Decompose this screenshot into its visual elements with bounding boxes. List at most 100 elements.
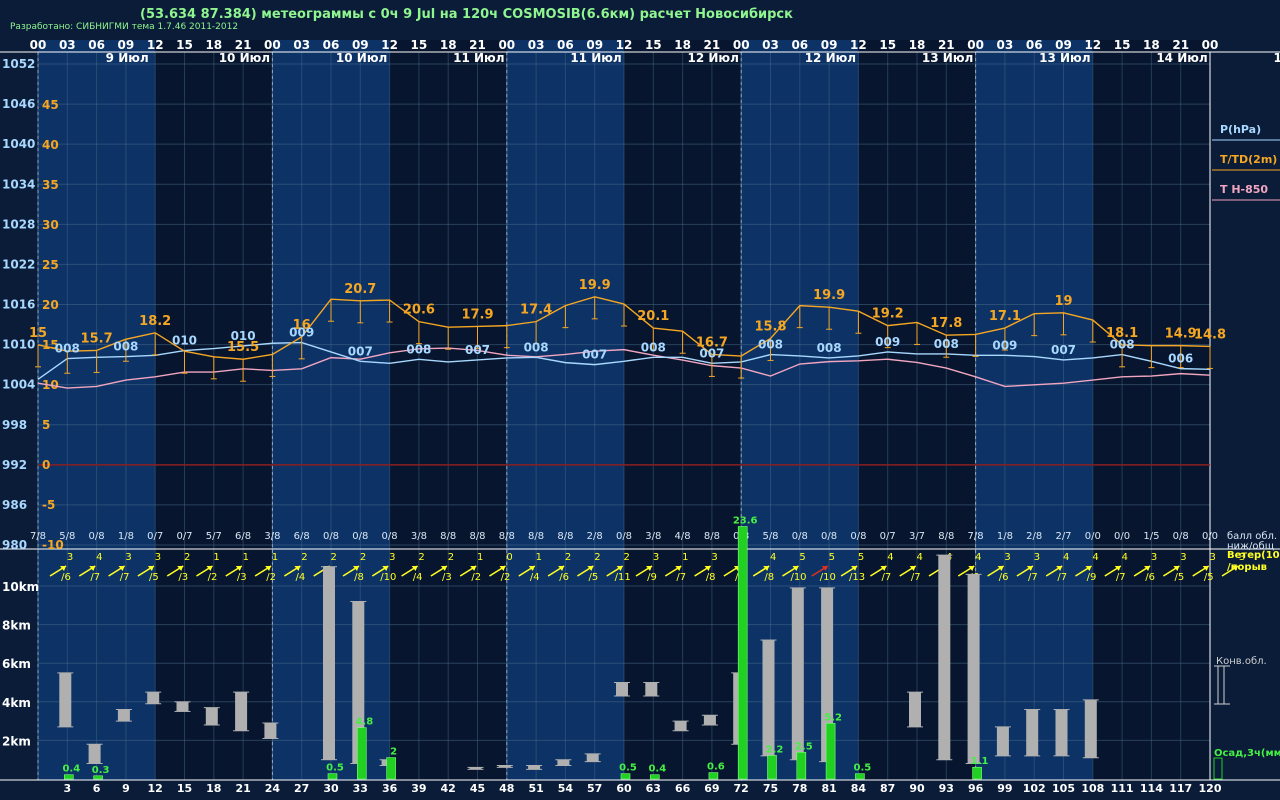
pressure-value-label: 008 (113, 340, 138, 354)
temp-tick-label: 30 (42, 218, 59, 232)
pressure-value-label: 008 (758, 338, 783, 352)
temp-tick-label: 20 (42, 298, 59, 312)
wind-speed-value: 3 (653, 552, 659, 563)
precip-bar (64, 774, 74, 780)
temp-value-label: 19 (1054, 294, 1072, 309)
forecast-hour-label: 27 (294, 782, 309, 795)
wind-gust-value: /2 (501, 572, 511, 583)
cloud-cover-value: 7/8 (30, 531, 46, 542)
pressure-value-label: 007 (465, 343, 490, 357)
forecast-hour-label: 24 (265, 782, 281, 795)
precip-value-label: 4.8 (355, 717, 373, 728)
cloud-cover-value: 0/7 (147, 531, 163, 542)
wind-speed-value: 1 (272, 552, 278, 563)
cloud-cover-value: 3/7 (909, 531, 925, 542)
forecast-hour-label: 39 (411, 782, 426, 795)
wind-speed-value: 2 (360, 552, 366, 563)
pressure-value-label: 009 (875, 335, 900, 349)
cloud-cover-value: 0/8 (89, 531, 105, 542)
precip-bar (767, 755, 777, 780)
forecast-hour-label: 33 (353, 782, 368, 795)
cloud-cover-value: 3/8 (264, 531, 280, 542)
wind-speed-value: 3 (1210, 552, 1216, 563)
temp-value-label: 20.7 (344, 282, 376, 297)
precip-bar (708, 772, 719, 780)
forecast-hour-label: 93 (939, 782, 954, 795)
wind-sublabel: /порыв (1227, 562, 1267, 573)
forecast-hour-label: 72 (734, 782, 749, 795)
forecast-hour-label: 6 (93, 782, 101, 795)
pressure-tick-label: 980 (2, 538, 27, 552)
convective-cloud-bar (674, 721, 687, 731)
temp-tick-label: 5 (42, 418, 50, 432)
precip-value-label: 2.2 (766, 744, 784, 755)
forecast-hour-label: 96 (968, 782, 984, 795)
precip-value-label: 0.4 (62, 764, 80, 775)
precip-bar (825, 723, 836, 780)
wind-speed-value: 2 (448, 552, 454, 563)
temp-tick-label: 35 (42, 178, 59, 192)
precip-value-label: 0.5 (619, 763, 637, 774)
forecast-hour-label: 21 (235, 782, 250, 795)
wind-gust-value: /6 (1145, 572, 1155, 583)
wind-speed-value: 4 (1122, 552, 1128, 563)
cloud-cover-value: 8/8 (704, 531, 720, 542)
convective-cloud-bar (938, 555, 951, 760)
forecast-hour-label: 30 (323, 782, 339, 795)
wind-gust-value: /2 (266, 572, 276, 583)
forecast-hour-label: 78 (792, 782, 807, 795)
wind-speed-value: 3 (1180, 552, 1186, 563)
precip-bar (649, 774, 660, 780)
cloud-cover-value: 0/8 (850, 531, 866, 542)
convective-cloud-bar (1055, 709, 1068, 756)
forecast-hour-label: 42 (441, 782, 456, 795)
wind-gust-value: /7 (1057, 572, 1067, 583)
cloud-cover-value: 0/0 (1085, 531, 1101, 542)
wind-gust-value: /4 (296, 572, 306, 583)
hour-tick-label: 09 (118, 38, 135, 52)
convective-cloud-bar (996, 726, 1009, 756)
date-label: 11 Июл (453, 51, 504, 65)
hour-tick-label: 00 (1202, 38, 1219, 52)
wind-speed-value: 2 (184, 552, 190, 563)
date-label: 13 Июл (1039, 51, 1090, 65)
convective-cloud-bar (557, 759, 570, 766)
convective-cloud-bar (967, 574, 980, 764)
wind-speed-value: 2 (418, 552, 424, 563)
hour-tick-label: 15 (879, 38, 896, 52)
cloud-cover-value: 0/8 (792, 531, 808, 542)
forecast-hour-label: 48 (499, 782, 514, 795)
pressure-value-label: 006 (1168, 352, 1193, 366)
convective-cloud-bar (205, 707, 218, 725)
hour-tick-label: 00 (498, 38, 515, 52)
temp-value-label: 14.9 (1165, 327, 1197, 342)
wind-speed-value: 0 (506, 552, 512, 563)
wind-gust-value: /8 (764, 572, 774, 583)
grid-lines (37, 52, 1211, 780)
forecast-hour-label: 117 (1169, 782, 1192, 795)
temp-value-label: 17.8 (930, 316, 962, 331)
wind-gust-value: /7 (1028, 572, 1038, 583)
wind-speed-value: 4 (887, 552, 893, 563)
date-label: 11 Июл (570, 51, 621, 65)
legend-entry: T H-850 (1220, 183, 1268, 196)
cloud-cover-value: 5/8 (59, 531, 75, 542)
wind-gust-value: /6 (559, 572, 569, 583)
wind-gust-value: /4 (413, 572, 423, 583)
cloud-cover-value: 0/8 (382, 531, 398, 542)
temp-value-label: 20.1 (637, 309, 669, 324)
hour-tick-label: 09 (352, 38, 369, 52)
wind-speed-value: 4 (975, 552, 981, 563)
cloud-cover-value: 8/8 (938, 531, 954, 542)
wind-gust-value: /7 (90, 572, 100, 583)
date-label: 12 Июл (805, 51, 856, 65)
convective-cloud-bar (59, 672, 72, 727)
precip-value-label: 2 (390, 747, 397, 758)
wind-speed-value: 3 (1004, 552, 1010, 563)
wind-gust-value: /2 (208, 572, 218, 583)
hour-tick-label: 15 (645, 38, 662, 52)
cloud-cover-value: 0/8 (1173, 531, 1189, 542)
forecast-hour-label: 12 (148, 782, 163, 795)
convective-cloud-bar (235, 692, 248, 731)
legend-convective: Конв.обл. (1216, 656, 1267, 667)
